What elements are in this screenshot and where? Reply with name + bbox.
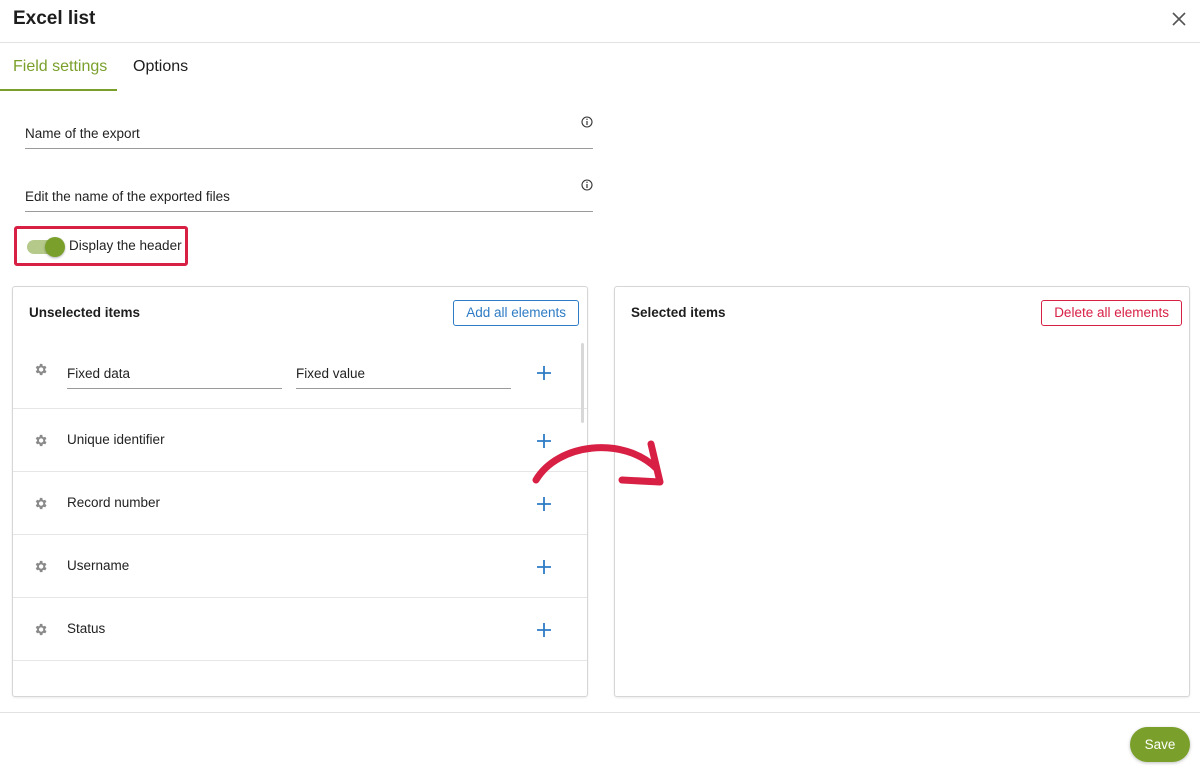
list-item-label: Username bbox=[67, 558, 130, 573]
fixed-data-input[interactable]: Fixed data bbox=[67, 358, 282, 389]
info-icon[interactable] bbox=[581, 179, 593, 191]
list-item-label: Status bbox=[67, 621, 106, 636]
list-item-status: Status bbox=[13, 598, 587, 661]
display-header-toggle[interactable] bbox=[27, 237, 65, 257]
fixed-data-value: Fixed data bbox=[67, 366, 131, 381]
export-name-label: Name of the export bbox=[25, 126, 140, 141]
gear-icon[interactable] bbox=[33, 433, 48, 448]
curved-arrow-icon bbox=[532, 440, 664, 486]
toggle-knob bbox=[45, 237, 65, 257]
tab-bar: Field settings Options bbox=[0, 43, 1200, 91]
unselected-items-title: Unselected items bbox=[29, 305, 141, 320]
fixed-value-input[interactable]: Fixed value bbox=[296, 358, 511, 389]
delete-all-button[interactable]: Delete all elements bbox=[1041, 300, 1182, 326]
list-item-record-number: Record number bbox=[13, 472, 587, 535]
display-header-label: Display the header bbox=[69, 238, 182, 253]
file-name-field[interactable]: Edit the name of the exported files bbox=[25, 172, 593, 212]
unselected-items-list: Fixed data Fixed value Unique identifier… bbox=[13, 339, 587, 661]
dialog-title: Excel list bbox=[13, 8, 96, 29]
export-name-field[interactable]: Name of the export bbox=[25, 109, 593, 149]
plus-icon[interactable] bbox=[536, 365, 552, 381]
gear-icon[interactable] bbox=[33, 362, 48, 377]
list-item-label: Unique identifier bbox=[67, 432, 165, 447]
list-item-unique-identifier: Unique identifier bbox=[13, 409, 587, 472]
gear-icon[interactable] bbox=[33, 559, 48, 574]
list-item-fixed-data: Fixed data Fixed value bbox=[13, 339, 587, 409]
selected-items-title: Selected items bbox=[631, 305, 726, 320]
list-scrollbar[interactable] bbox=[581, 343, 584, 423]
close-icon[interactable] bbox=[1168, 8, 1190, 30]
dialog-header: Excel list bbox=[0, 0, 1200, 43]
selected-items-panel: Selected items Delete all elements bbox=[614, 286, 1190, 697]
plus-icon[interactable] bbox=[536, 622, 552, 638]
tab-field-settings[interactable]: Field settings bbox=[0, 58, 117, 91]
add-all-button[interactable]: Add all elements bbox=[453, 300, 579, 326]
info-icon[interactable] bbox=[581, 116, 593, 128]
fixed-value-value: Fixed value bbox=[296, 366, 366, 381]
file-name-label: Edit the name of the exported files bbox=[25, 189, 230, 204]
tab-options[interactable]: Options bbox=[133, 58, 188, 76]
plus-icon[interactable] bbox=[536, 559, 552, 575]
unselected-items-panel: Unselected items Add all elements Fixed … bbox=[12, 286, 588, 697]
plus-icon[interactable] bbox=[536, 496, 552, 512]
save-button[interactable]: Save bbox=[1130, 727, 1190, 762]
list-item-label: Record number bbox=[67, 495, 161, 510]
gear-icon[interactable] bbox=[33, 622, 48, 637]
display-header-highlight: Display the header bbox=[14, 226, 188, 266]
footer-divider bbox=[0, 712, 1200, 713]
list-item-username: Username bbox=[13, 535, 587, 598]
gear-icon[interactable] bbox=[33, 496, 48, 511]
